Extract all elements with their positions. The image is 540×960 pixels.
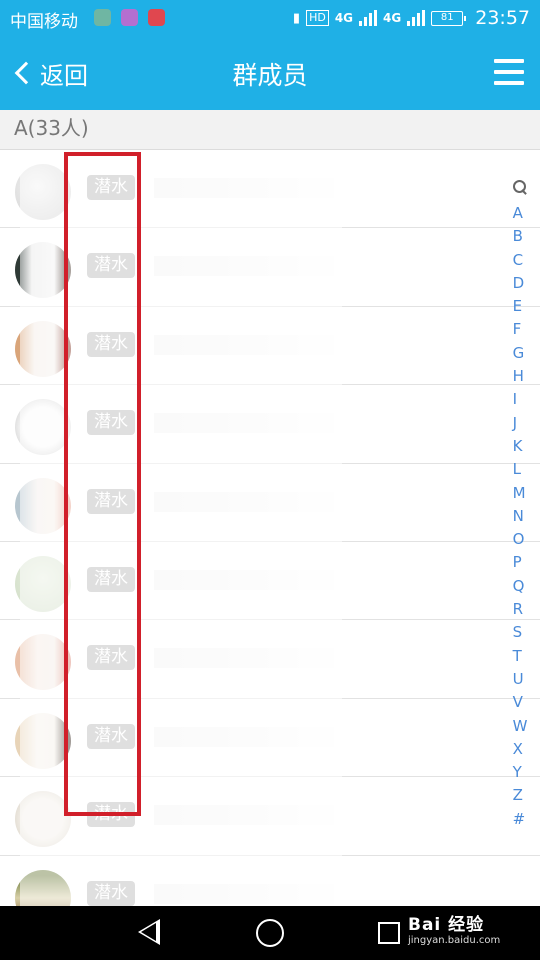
index-letter[interactable]: G	[513, 342, 528, 365]
member-name-redacted	[154, 334, 334, 355]
member-name-redacted	[154, 648, 334, 669]
index-letters: A B C D E F G H I J K L M N O P Q R S T U V W X Y Z #	[513, 202, 528, 831]
index-letter[interactable]: H	[513, 365, 528, 388]
index-letter[interactable]: Y	[513, 761, 528, 784]
index-letter[interactable]: N	[513, 505, 528, 528]
status-tag: 潜水	[87, 880, 135, 906]
system-nav-bar: Bai 经验 jingyan.baidu.com	[0, 906, 540, 960]
nav-home-icon[interactable]	[256, 919, 284, 947]
member-list: 潜水 潜水 潜水 潜水 潜水 潜水 潜水 潜水 潜水 潜水	[0, 150, 540, 934]
index-letter[interactable]: I	[513, 388, 528, 411]
menu-icon-bar	[494, 70, 524, 74]
avatar	[15, 712, 71, 769]
member-name-redacted	[154, 413, 334, 434]
watermark: Bai 经验 jingyan.baidu.com	[408, 910, 538, 946]
menu-button[interactable]	[494, 59, 524, 85]
index-letter[interactable]: Z	[513, 784, 528, 807]
avatar	[15, 164, 71, 220]
notification-icon-3	[148, 9, 165, 26]
avatar	[15, 634, 71, 691]
status-tag: 潜水	[87, 566, 135, 592]
status-tag: 潜水	[87, 253, 135, 279]
avatar	[15, 242, 71, 299]
index-letter[interactable]: X	[513, 738, 528, 761]
index-letter[interactable]: A	[513, 202, 528, 225]
index-letter[interactable]: F	[513, 318, 528, 341]
member-name-redacted	[154, 256, 334, 277]
member-name-redacted	[154, 883, 334, 904]
member-row[interactable]: 潜水	[0, 698, 540, 778]
index-letter[interactable]: L	[513, 458, 528, 481]
status-tag: 潜水	[87, 331, 135, 357]
index-letter[interactable]: D	[513, 272, 528, 295]
index-letter[interactable]: R	[513, 598, 528, 621]
avatar	[15, 320, 71, 377]
member-row[interactable]: 潜水	[0, 620, 540, 699]
index-letter[interactable]: B	[513, 225, 528, 248]
carrier-label: 中国移动	[10, 12, 78, 32]
network-label: 4G	[334, 11, 354, 25]
menu-icon-bar	[494, 81, 524, 85]
index-letter[interactable]: Q	[513, 575, 528, 598]
index-letter[interactable]: U	[513, 668, 528, 691]
battery-icon: 81	[431, 10, 467, 26]
index-letter[interactable]: P	[513, 551, 528, 574]
avatar	[15, 477, 71, 534]
member-name-redacted	[154, 569, 334, 590]
member-name-redacted	[154, 726, 334, 747]
index-letter[interactable]: C	[513, 249, 528, 272]
member-row[interactable]: 潜水	[0, 385, 540, 464]
index-letter[interactable]: J	[513, 412, 528, 435]
nav-back-icon[interactable]	[138, 919, 160, 945]
avatar	[15, 555, 71, 612]
member-name-redacted	[154, 491, 334, 512]
status-tag: 潜水	[87, 645, 135, 671]
status-tag: 潜水	[87, 488, 135, 514]
status-tag: 潜水	[87, 802, 135, 828]
avatar	[15, 399, 71, 456]
status-right: ▮ HD 4G 4G 81 23:57	[293, 6, 530, 30]
vibrate-icon: ▮	[292, 10, 301, 26]
alphabet-index[interactable]: A B C D E F G H I J K L M N O P Q R S T U V W X Y Z #	[500, 180, 540, 831]
member-name-redacted	[154, 805, 334, 826]
index-letter[interactable]: M	[513, 482, 528, 505]
status-tag: 潜水	[87, 175, 135, 200]
watermark-brand: Bai 经验	[408, 915, 485, 935]
member-row[interactable]: 潜水	[0, 150, 540, 229]
section-header: A(33人)	[0, 110, 540, 150]
index-letter[interactable]: S	[513, 621, 528, 644]
menu-icon-bar	[494, 59, 524, 63]
member-row[interactable]: 潜水	[0, 228, 540, 307]
network-label-2: 4G	[383, 11, 402, 25]
index-letter[interactable]: E	[513, 295, 528, 318]
index-letter[interactable]: W	[513, 715, 528, 738]
signal-icon	[359, 10, 378, 26]
index-letter[interactable]: O	[513, 528, 528, 551]
member-name-redacted	[154, 178, 334, 198]
section-header-label: A(33人)	[14, 116, 89, 140]
status-tag: 潜水	[87, 410, 135, 436]
nav-recents-icon[interactable]	[378, 922, 400, 944]
signal-icon-2	[407, 10, 426, 26]
member-row[interactable]: 潜水	[0, 777, 540, 856]
page-title: 群成员	[232, 61, 308, 90]
notification-icon-1	[94, 9, 111, 26]
title-bar: 返回 群成员	[0, 36, 540, 110]
index-letter[interactable]: T	[513, 645, 528, 668]
notification-icon-2	[121, 9, 138, 26]
clock: 23:57	[475, 7, 530, 29]
watermark-url: jingyan.baidu.com	[408, 935, 501, 946]
member-row[interactable]: 潜水	[0, 541, 540, 621]
index-letter[interactable]: K	[513, 435, 528, 458]
member-row[interactable]: 潜水	[0, 306, 540, 386]
search-icon[interactable]	[512, 180, 528, 198]
status-bar: 中国移动 ▮ HD 4G 4G 81 23:57	[0, 0, 540, 36]
member-row[interactable]: 潜水	[0, 463, 540, 542]
status-tag: 潜水	[87, 723, 135, 749]
index-letter[interactable]: V	[513, 691, 528, 714]
hd-badge: HD	[306, 10, 329, 26]
index-letter[interactable]: #	[513, 808, 528, 831]
avatar	[15, 791, 71, 848]
